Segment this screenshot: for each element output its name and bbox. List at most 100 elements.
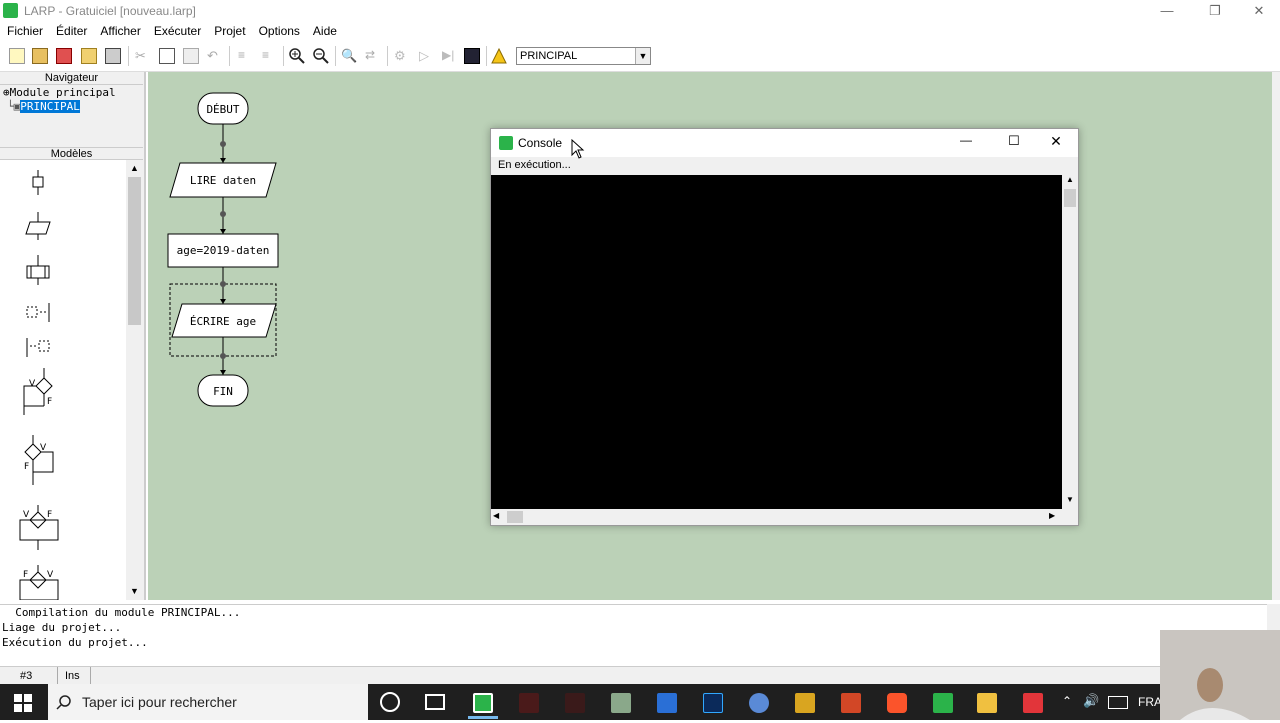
toolbar-separator <box>128 46 129 66</box>
module-select[interactable]: PRINCIPAL ▼ <box>516 47 651 65</box>
scrollbar-thumb[interactable] <box>128 177 141 325</box>
find-icon[interactable]: 🔍 <box>341 48 357 64</box>
connector-dot[interactable] <box>220 211 226 217</box>
copy-icon[interactable] <box>159 48 175 64</box>
app-icon[interactable] <box>1023 693 1043 713</box>
scroll-up-icon[interactable]: ▲ <box>1062 175 1078 189</box>
open-project-icon[interactable] <box>32 48 48 64</box>
app-icon[interactable] <box>795 693 815 713</box>
console-maximize-button[interactable]: ☐ <box>999 133 1029 149</box>
tree-child-principal[interactable]: └▣PRINCIPAL <box>7 100 80 113</box>
console-minimize-button[interactable]: — <box>951 133 981 147</box>
connector-dot[interactable] <box>220 141 226 147</box>
scroll-down-icon[interactable]: ▼ <box>1062 495 1078 509</box>
canvas-scrollbar[interactable] <box>1272 72 1280 600</box>
template-label-f: F <box>23 570 28 580</box>
chevron-up-icon[interactable]: ⌃ <box>1062 694 1072 708</box>
connector-dot[interactable] <box>220 353 226 359</box>
tree-root[interactable]: ⊕Module principal <box>3 86 116 99</box>
scroll-down-icon[interactable]: ▼ <box>126 583 143 600</box>
menu-editer[interactable]: Éditer <box>49 21 93 38</box>
search-placeholder: Taper ici pour rechercher <box>82 694 237 710</box>
template-label-v: V <box>29 379 36 389</box>
task-view-icon[interactable] <box>425 694 445 710</box>
larp-icon[interactable] <box>933 693 953 713</box>
settings-icon[interactable] <box>749 693 769 713</box>
template-comment-left[interactable] <box>26 338 50 357</box>
menu-projet[interactable]: Projet <box>207 21 251 38</box>
tree-child-label: PRINCIPAL <box>20 100 80 113</box>
console-vertical-scrollbar[interactable]: ▲ ▼ <box>1062 175 1078 509</box>
app-icon[interactable] <box>565 693 585 713</box>
start-label: DÉBUT <box>206 103 239 116</box>
template-loop-until[interactable] <box>24 435 54 485</box>
scroll-up-icon[interactable]: ▲ <box>126 160 143 177</box>
template-loop-while[interactable] <box>23 368 53 415</box>
run-icon[interactable]: ▷ <box>419 48 435 64</box>
paste-icon[interactable] <box>183 48 199 64</box>
brave-browser-icon[interactable] <box>887 693 907 713</box>
console-window[interactable]: Console — ☐ ✕ En exécution... ▲ ▼ ◀ ▶ <box>490 128 1079 526</box>
connector-dot[interactable] <box>220 281 226 287</box>
larp-taskbar-icon[interactable] <box>473 693 493 713</box>
volume-icon[interactable]: 🔊 <box>1083 693 1099 709</box>
app-icon[interactable] <box>519 693 539 713</box>
minimize-button[interactable]: — <box>1144 0 1190 21</box>
photoshop-icon[interactable] <box>703 693 723 713</box>
search-icon <box>56 695 71 710</box>
templates-scrollbar[interactable]: ▲ ▼ <box>126 160 143 600</box>
powerpoint-icon[interactable] <box>841 693 861 713</box>
console-close-button[interactable]: ✕ <box>1041 133 1071 150</box>
menu-fichier[interactable]: Fichier <box>0 21 49 38</box>
console-screen[interactable] <box>491 175 1062 509</box>
expand-icon[interactable]: ⊕ <box>3 86 10 99</box>
menu-afficher[interactable]: Afficher <box>93 21 146 38</box>
toolbar-separator <box>283 46 284 66</box>
close-project-icon[interactable] <box>56 48 72 64</box>
print-icon[interactable] <box>105 48 121 64</box>
indent-icon[interactable]: ≡ <box>238 48 254 64</box>
scrollbar-thumb[interactable] <box>507 511 523 523</box>
maximize-button[interactable]: ❐ <box>1192 0 1238 21</box>
console-icon[interactable] <box>464 48 480 64</box>
output-line: Compilation du module PRINCIPAL... <box>2 606 241 619</box>
taskbar-search[interactable]: Taper ici pour rechercher <box>48 684 368 720</box>
new-file-icon[interactable] <box>9 48 25 64</box>
outdent-icon[interactable]: ≡ <box>262 48 278 64</box>
compile-icon[interactable]: ⚙ <box>394 48 410 64</box>
app-icon[interactable] <box>611 693 631 713</box>
toolbar-separator <box>229 46 230 66</box>
cortana-icon[interactable] <box>380 692 400 712</box>
cut-icon[interactable]: ✂ <box>135 48 151 64</box>
replace-icon[interactable]: ⇄ <box>365 48 381 64</box>
zoom-in-icon[interactable] <box>289 48 305 64</box>
undo-icon[interactable]: ↶ <box>207 48 223 64</box>
tree-root-label: Module principal <box>9 86 116 99</box>
menu-executer[interactable]: Exécuter <box>147 21 207 38</box>
file-explorer-icon[interactable] <box>977 693 997 713</box>
language-indicator[interactable]: FRA <box>1138 695 1162 709</box>
toolbar-separator <box>387 46 388 66</box>
keyboard-icon[interactable] <box>1108 696 1128 709</box>
menu-aide[interactable]: Aide <box>306 21 343 38</box>
windows-start-icon[interactable] <box>14 694 32 715</box>
template-input-output[interactable] <box>25 212 51 240</box>
app-icon[interactable] <box>657 693 677 713</box>
scroll-left-icon[interactable]: ◀ <box>493 511 505 520</box>
navigator-header: Navigateur <box>0 72 143 85</box>
step-icon[interactable]: ▶| <box>442 48 458 64</box>
template-comment-right[interactable] <box>26 303 50 322</box>
scroll-right-icon[interactable]: ▶ <box>1049 511 1061 520</box>
warning-icon[interactable] <box>491 47 507 64</box>
toolbar-separator <box>335 46 336 66</box>
scrollbar-thumb[interactable] <box>1064 189 1076 207</box>
zoom-out-icon[interactable] <box>313 48 329 64</box>
template-instruction[interactable] <box>32 170 44 195</box>
close-button[interactable]: ✕ <box>1236 0 1280 21</box>
console-horizontal-scrollbar[interactable]: ◀ ▶ <box>491 509 1062 525</box>
chevron-down-icon[interactable]: ▼ <box>635 48 650 64</box>
open-folder-icon[interactable] <box>81 48 97 64</box>
template-module-call[interactable] <box>26 255 50 285</box>
menu-options[interactable]: Options <box>252 21 306 38</box>
output-pane[interactable]: Compilation du module PRINCIPAL... Liage… <box>0 604 1280 666</box>
